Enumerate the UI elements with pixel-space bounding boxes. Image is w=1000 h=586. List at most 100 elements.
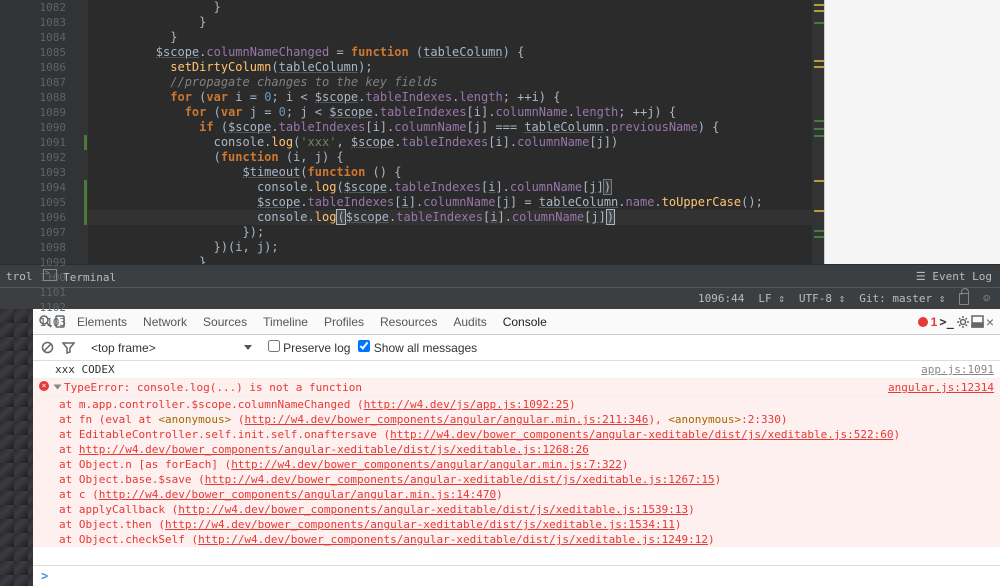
stack-frame[interactable]: at EditableController.self.init.self.ona… [33, 427, 1000, 442]
stack-source-link[interactable]: http://w4.dev/bower_components/angular/a… [244, 413, 648, 426]
line-number: 1094 [0, 180, 66, 195]
code-line[interactable]: } [88, 0, 812, 15]
clear-console-icon[interactable] [41, 341, 54, 354]
stack-frame[interactable]: at Object.checkSelf (http://w4.dev/bower… [33, 532, 1000, 547]
stack-source-link[interactable]: http://w4.dev/js/app.js:1092:25 [364, 398, 569, 411]
code-line[interactable]: } [88, 255, 812, 264]
close-icon[interactable]: × [986, 314, 994, 330]
devtools-tab-audits[interactable]: Audits [445, 311, 494, 333]
gear-icon[interactable] [956, 315, 969, 328]
devtools-tab-console[interactable]: Console [495, 311, 555, 333]
line-number: 1085 [0, 45, 66, 60]
code-editor[interactable]: 1082108310841085108610871088108910901091… [0, 0, 1000, 264]
editor-minimap[interactable] [812, 0, 824, 264]
line-number: 1082 [0, 0, 66, 15]
line-number: 1102 [0, 300, 66, 315]
disclosure-triangle-icon[interactable] [54, 385, 62, 390]
devtools-tab-resources[interactable]: Resources [372, 311, 445, 333]
code-line[interactable]: console.log($scope.tableIndexes[i].colum… [88, 180, 812, 195]
stack-source-link[interactable]: http://w4.dev/bower_components/angular-x… [165, 518, 675, 531]
hector-icon[interactable]: ☺ [983, 292, 990, 305]
line-number: 1103 [0, 315, 66, 330]
file-encoding[interactable]: UTF-8 ⇕ [799, 292, 845, 305]
source-link[interactable]: angular.js:12314 [888, 381, 994, 394]
error-icon: × [39, 381, 49, 391]
chevron-down-icon [244, 345, 252, 350]
show-all-messages-checkbox[interactable]: Show all messages [358, 340, 477, 355]
line-separator[interactable]: LF ⇕ [758, 292, 785, 305]
devtools-tab-elements[interactable]: Elements [69, 311, 135, 333]
line-number: 1089 [0, 105, 66, 120]
code-line[interactable]: $timeout(function () { [88, 165, 812, 180]
stack-frame[interactable]: at Object.then (http://w4.dev/bower_comp… [33, 517, 1000, 532]
caret-position[interactable]: 1096:44 [698, 292, 744, 305]
code-line[interactable]: } [88, 15, 812, 30]
stack-source-link[interactable]: http://w4.dev/bower_components/angular-x… [205, 473, 715, 486]
console-prompt[interactable]: > [33, 565, 1000, 586]
stack-source-link[interactable]: http://w4.dev/bower_components/angular/a… [99, 488, 496, 501]
stack-frame[interactable]: at c (http://w4.dev/bower_components/ang… [33, 487, 1000, 502]
code-line[interactable]: if ($scope.tableIndexes[i].columnName[j]… [88, 120, 812, 135]
code-line[interactable]: for (var i = 0; i < $scope.tableIndexes.… [88, 90, 812, 105]
git-branch[interactable]: Git: master ⇕ [859, 292, 945, 305]
line-number: 1088 [0, 90, 66, 105]
line-number: 1086 [0, 60, 66, 75]
devtools-tab-timeline[interactable]: Timeline [255, 311, 316, 333]
preserve-log-checkbox[interactable]: Preserve log [268, 340, 351, 355]
stack-source-link[interactable]: http://w4.dev/bower_components/angular-x… [79, 443, 589, 456]
console-log-row[interactable]: xxx CODEXapp.js:1091 [33, 361, 1000, 379]
source-link[interactable]: app.js:1091 [921, 363, 994, 376]
stack-frame[interactable]: at applyCallback (http://w4.dev/bower_co… [33, 502, 1000, 517]
stack-frame[interactable]: at fn (eval at <anonymous> (http://w4.de… [33, 412, 1000, 427]
line-number: 1098 [0, 240, 66, 255]
line-number: 1092 [0, 150, 66, 165]
stack-source-link[interactable]: http://w4.dev/bower_components/angular/a… [231, 458, 622, 471]
code-line[interactable]: //propagate changes to the key fields [88, 75, 812, 90]
console-filter-bar: <top frame> Preserve log Show all messag… [33, 335, 1000, 361]
stack-frame[interactable]: at Object.n [as forEach] (http://w4.dev/… [33, 457, 1000, 472]
line-number: 1096 [0, 210, 66, 225]
code-area[interactable]: } } } $scope.columnNameChanged = functio… [88, 0, 812, 264]
line-number: 1087 [0, 75, 66, 90]
show-drawer-icon[interactable]: >_ [939, 315, 953, 329]
console-error-row[interactable]: ×TypeError: console.log(...) is not a fu… [33, 379, 1000, 397]
line-number-gutter: 1082108310841085108610871088108910901091… [0, 0, 88, 264]
error-count-badge[interactable]: 1 [918, 315, 938, 329]
stack-source-link[interactable]: http://w4.dev/bower_components/angular-x… [198, 533, 708, 546]
lock-icon[interactable] [959, 293, 969, 305]
code-line[interactable]: }); [88, 225, 812, 240]
prompt-chevron-icon: > [41, 569, 48, 583]
code-line[interactable]: } [88, 30, 812, 45]
terminal-icon [43, 269, 57, 281]
line-number: 1083 [0, 15, 66, 30]
devtools-tab-profiles[interactable]: Profiles [316, 311, 372, 333]
devtools-panel: ElementsNetworkSourcesTimelineProfilesRe… [0, 309, 1000, 586]
stack-source-link[interactable]: http://w4.dev/bower_components/angular-x… [178, 503, 688, 516]
event-log-tab[interactable]: ☰ Event Log [916, 270, 992, 283]
code-line[interactable]: console.log($scope.tableIndexes[i].colum… [88, 210, 812, 225]
devtools-tab-sources[interactable]: Sources [195, 311, 255, 333]
code-line[interactable]: console.log('xxx', $scope.tableIndexes[i… [88, 135, 812, 150]
line-number: 1097 [0, 225, 66, 240]
line-number: 1101 [0, 285, 66, 300]
ide-status-bar: 1096:44 LF ⇕ UTF-8 ⇕ Git: master ⇕ ☺ [0, 287, 1000, 309]
filter-icon[interactable] [62, 341, 75, 354]
code-line[interactable]: })(i, j); [88, 240, 812, 255]
frame-selector[interactable]: <top frame> [83, 339, 260, 357]
dock-icon[interactable] [971, 315, 984, 328]
code-line[interactable]: $scope.tableIndexes[i].columnName[j] = t… [88, 195, 812, 210]
stack-frame[interactable]: at Object.base.$save (http://w4.dev/bowe… [33, 472, 1000, 487]
stack-frame[interactable]: at m.app.controller.$scope.columnNameCha… [33, 397, 1000, 412]
code-line[interactable]: setDirtyColumn(tableColumn); [88, 60, 812, 75]
code-line[interactable]: (function (i, j) { [88, 150, 812, 165]
code-line[interactable]: for (var j = 0; j < $scope.tableIndexes[… [88, 105, 812, 120]
line-number: 1091 [0, 135, 66, 150]
devtools-tab-network[interactable]: Network [135, 311, 195, 333]
ide-tool-window-bar: trol Terminal ☰ Event Log [0, 264, 1000, 287]
line-number: 1090 [0, 120, 66, 135]
stack-source-link[interactable]: http://w4.dev/bower_components/angular-x… [390, 428, 893, 441]
console-output[interactable]: xxx CODEXapp.js:1091×TypeError: console.… [33, 361, 1000, 565]
devtools-tab-bar: ElementsNetworkSourcesTimelineProfilesRe… [33, 309, 1000, 335]
stack-frame[interactable]: at http://w4.dev/bower_components/angula… [33, 442, 1000, 457]
code-line[interactable]: $scope.columnNameChanged = function (tab… [88, 45, 812, 60]
